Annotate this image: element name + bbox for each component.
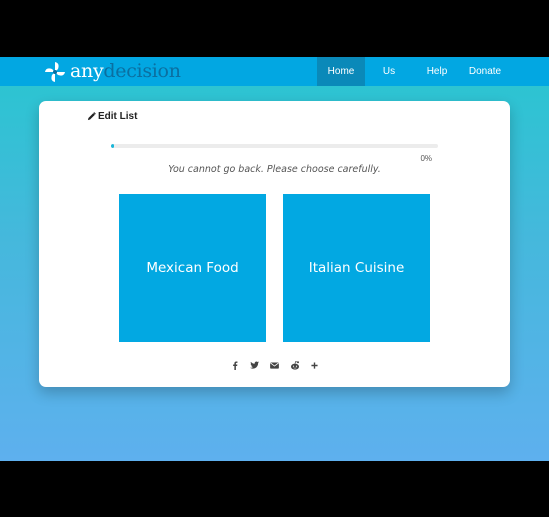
- pencil-icon: [87, 112, 96, 121]
- nav-donate[interactable]: Donate: [461, 57, 509, 86]
- top-navbar: anydecision Home Us Help Donate: [0, 57, 549, 86]
- twitter-icon: [250, 361, 259, 369]
- facebook-icon: [232, 360, 237, 370]
- reddit-icon: [290, 360, 299, 370]
- choice-option-1[interactable]: Mexican Food: [119, 194, 266, 342]
- pinwheel-logo-icon: [45, 61, 65, 82]
- progress-fill: [111, 144, 114, 148]
- brand-name: anydecision: [70, 60, 181, 83]
- choice-option-2[interactable]: Italian Cuisine: [283, 194, 430, 342]
- share-bar: [39, 357, 510, 373]
- warning-text: You cannot go back. Please choose carefu…: [168, 164, 381, 175]
- edit-list-link[interactable]: Edit List: [87, 111, 137, 122]
- twitter-share-button[interactable]: [245, 357, 265, 373]
- progress-percent: 0%: [420, 154, 432, 163]
- plus-icon: [311, 361, 318, 369]
- nav-help[interactable]: Help: [413, 57, 461, 86]
- email-share-button[interactable]: [265, 357, 285, 373]
- brand-decision: decision: [103, 60, 181, 82]
- reddit-share-button[interactable]: [285, 357, 305, 373]
- brand-any: any: [70, 60, 104, 82]
- more-share-button[interactable]: [305, 357, 325, 373]
- facebook-share-button[interactable]: [225, 357, 245, 373]
- nav-us[interactable]: Us: [365, 57, 413, 86]
- email-icon: [270, 361, 279, 369]
- decision-card: Edit List 0% You cannot go back. Please …: [39, 101, 510, 387]
- brand-logo[interactable]: anydecision: [44, 60, 181, 83]
- progress-bar: [111, 144, 438, 148]
- edit-list-label: Edit List: [98, 111, 138, 122]
- app-viewport: anydecision Home Us Help Donate Edit Lis…: [0, 57, 549, 461]
- nav-menu: Home Us Help Donate: [317, 57, 509, 86]
- nav-home[interactable]: Home: [317, 57, 365, 86]
